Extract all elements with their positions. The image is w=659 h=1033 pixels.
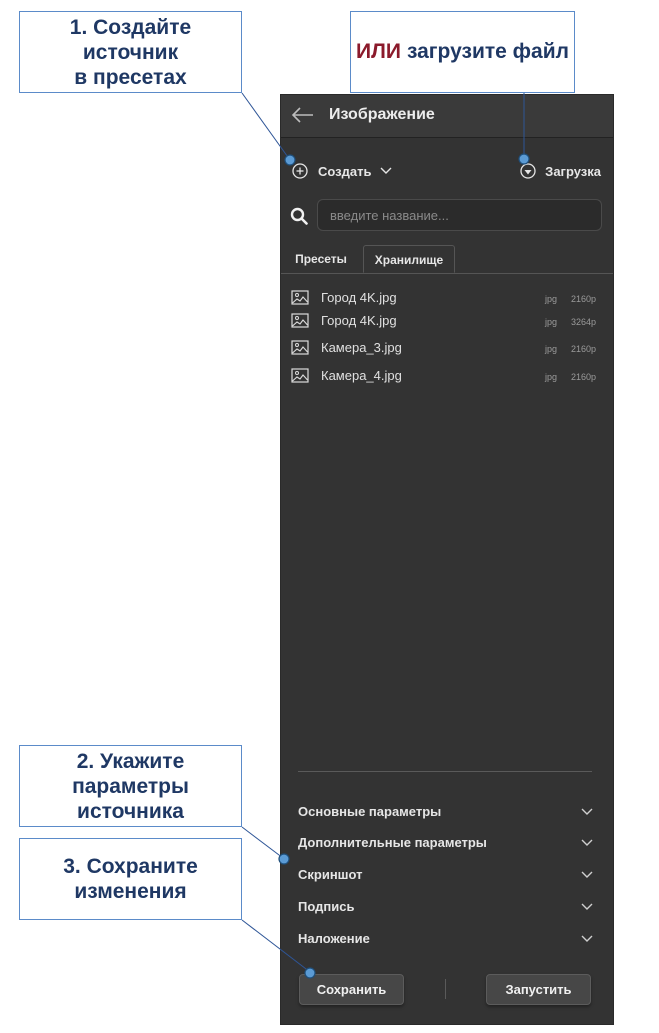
file-row[interactable]: Город 4K.jpg jpg 3264p bbox=[291, 312, 601, 334]
section-label: Основные параметры bbox=[298, 804, 442, 819]
panel-title: Изображение bbox=[329, 106, 435, 123]
button-separator bbox=[445, 979, 446, 999]
file-name: Город 4K.jpg bbox=[321, 290, 397, 305]
leader-line bbox=[241, 826, 284, 859]
file-row[interactable]: Камера_4.jpg jpg 2160p bbox=[291, 367, 601, 389]
file-name: Камера_3.jpg bbox=[321, 340, 402, 355]
file-ext: jpg bbox=[545, 372, 558, 382]
callout-text: 1. Создайте источник bbox=[69, 15, 192, 64]
file-resolution: 3264p bbox=[571, 317, 597, 327]
image-file-icon bbox=[291, 290, 309, 305]
search-input[interactable] bbox=[317, 199, 602, 231]
section-basic-params[interactable]: Основные параметры bbox=[298, 802, 594, 824]
callout-upload: ИЛИ загрузите файл bbox=[350, 11, 575, 93]
file-name: Камера_4.jpg bbox=[321, 368, 402, 383]
chevron-down-icon bbox=[581, 839, 593, 846]
plus-circle-icon bbox=[292, 163, 308, 179]
section-screenshot[interactable]: Скриншот bbox=[298, 865, 594, 887]
upload-label: Загрузка bbox=[545, 163, 601, 179]
file-name: Город 4K.jpg bbox=[321, 313, 397, 328]
section-label: Наложение bbox=[298, 931, 370, 946]
upload-button[interactable]: Загрузка bbox=[519, 161, 601, 181]
chevron-down-icon bbox=[581, 871, 593, 878]
chevron-down-icon bbox=[581, 935, 593, 942]
tab-presets[interactable]: Пресеты bbox=[281, 245, 361, 273]
save-button[interactable]: Сохранить bbox=[299, 974, 404, 1005]
image-file-icon bbox=[291, 368, 309, 383]
tab-storage[interactable]: Хранилище bbox=[363, 245, 455, 273]
callout-step-1: 1. Создайте источник в пресетах bbox=[19, 11, 242, 93]
create-label: Создать bbox=[318, 163, 372, 179]
file-ext: jpg bbox=[545, 294, 558, 304]
callout-accent: ИЛИ bbox=[356, 40, 401, 63]
callout-text: загрузите файл bbox=[406, 40, 569, 63]
callout-text: в пресетах bbox=[74, 65, 187, 89]
section-divider bbox=[298, 771, 592, 772]
chevron-down-icon bbox=[581, 808, 593, 815]
file-resolution: 2160p bbox=[571, 372, 597, 382]
search-icon bbox=[290, 207, 308, 225]
file-ext: jpg bbox=[545, 317, 558, 327]
file-row[interactable]: Город 4K.jpg jpg 2160p bbox=[291, 289, 601, 311]
arrow-left-icon[interactable] bbox=[291, 106, 315, 124]
download-circle-icon bbox=[520, 163, 536, 179]
callout-text: 3. Сохраните bbox=[63, 855, 198, 878]
section-caption[interactable]: Подпись bbox=[298, 897, 594, 919]
image-file-icon bbox=[291, 313, 309, 328]
tab-bar: Пресеты Хранилище bbox=[281, 245, 613, 274]
section-extra-params[interactable]: Дополнительные параметры bbox=[298, 833, 594, 855]
image-source-panel: Изображение Создать Загрузка Пресеты Хра… bbox=[280, 94, 614, 1025]
callout-step-3: 3. Сохраните изменения bbox=[19, 838, 242, 920]
callout-text: изменения bbox=[74, 880, 187, 903]
section-label: Подпись bbox=[298, 899, 355, 914]
chevron-down-icon bbox=[581, 903, 593, 910]
section-label: Скриншот bbox=[298, 867, 363, 882]
file-row[interactable]: Камера_3.jpg jpg 2160p bbox=[291, 339, 601, 361]
image-file-icon bbox=[291, 340, 309, 355]
create-button[interactable]: Создать bbox=[291, 161, 393, 181]
callout-text: источника bbox=[77, 799, 184, 823]
run-button[interactable]: Запустить bbox=[486, 974, 591, 1005]
section-label: Дополнительные параметры bbox=[298, 835, 487, 850]
panel-header: Изображение bbox=[281, 95, 613, 138]
file-resolution: 2160p bbox=[571, 294, 597, 304]
file-ext: jpg bbox=[545, 344, 558, 354]
chevron-down-icon bbox=[380, 167, 392, 174]
callout-text: 2. Укажите параметры bbox=[72, 749, 189, 798]
file-resolution: 2160p bbox=[571, 344, 597, 354]
callout-step-2: 2. Укажите параметры источника bbox=[19, 745, 242, 827]
section-overlay[interactable]: Наложение bbox=[298, 929, 594, 951]
